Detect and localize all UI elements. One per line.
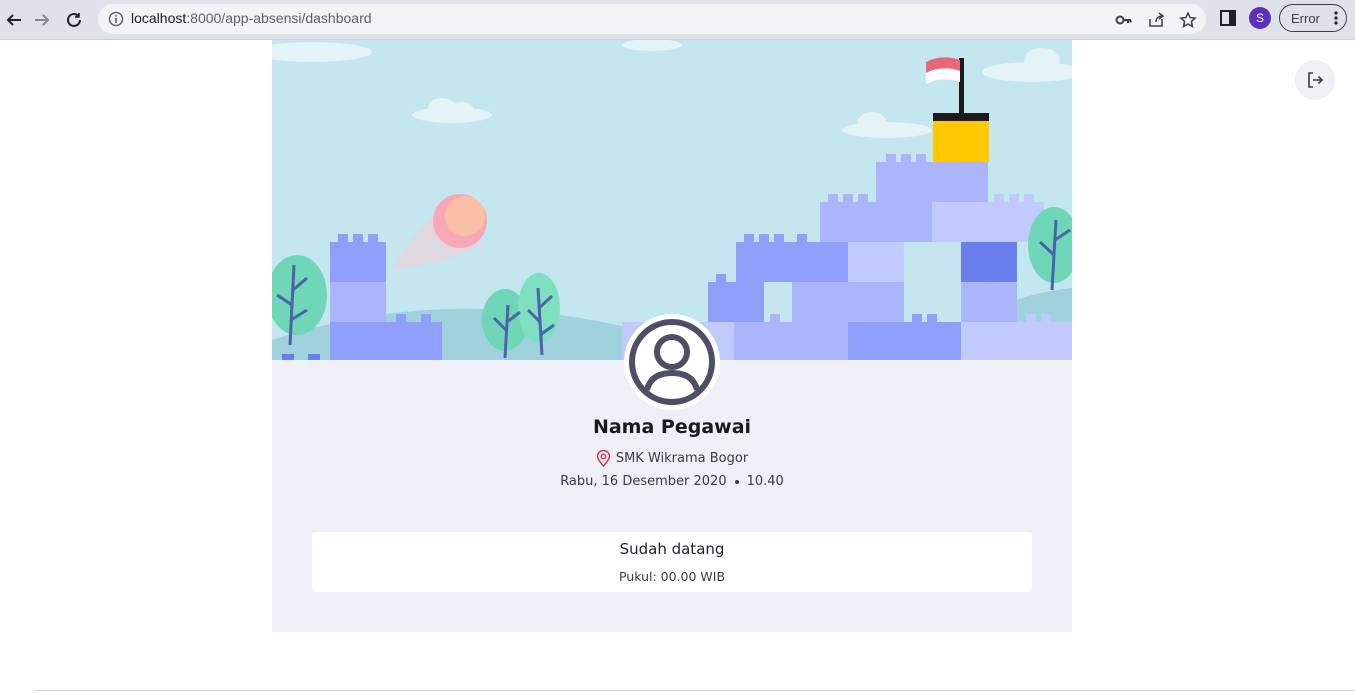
forward-button[interactable] bbox=[28, 6, 56, 34]
error-button[interactable]: Error bbox=[1279, 4, 1347, 32]
url-text[interactable]: localhost:8000/app-absensi/dashboard bbox=[131, 10, 372, 26]
location-pin-icon bbox=[596, 450, 611, 467]
attendance-status: Sudah datang bbox=[619, 540, 725, 558]
date-text: Rabu, 16 Desember 2020 bbox=[560, 474, 727, 489]
employee-name: Nama Pegawai bbox=[592, 416, 752, 438]
url-host: localhost bbox=[131, 10, 187, 26]
separator-dot bbox=[734, 479, 739, 484]
kebab-menu-icon bbox=[1334, 11, 1338, 25]
share-icon[interactable] bbox=[1147, 11, 1165, 29]
reload-icon bbox=[67, 12, 81, 27]
star-icon[interactable] bbox=[1179, 11, 1197, 29]
address-bar[interactable]: localhost:8000/app-absensi/dashboard bbox=[98, 4, 1206, 34]
back-button[interactable] bbox=[0, 6, 28, 34]
profile-avatar[interactable]: S bbox=[1249, 7, 1271, 29]
logout-button[interactable] bbox=[1295, 60, 1335, 100]
key-icon[interactable] bbox=[1115, 11, 1133, 29]
side-panel-icon[interactable] bbox=[1219, 9, 1237, 27]
profile-card: Nama Pegawai SMK Wikrama Bogor Rabu, 16 … bbox=[272, 40, 1072, 632]
divider bbox=[36, 690, 1355, 691]
time-text: 10.40 bbox=[746, 474, 784, 489]
avatar[interactable] bbox=[624, 314, 720, 410]
reload-button[interactable] bbox=[60, 6, 88, 34]
logout-icon bbox=[1308, 72, 1324, 88]
location-text: SMK Wikrama Bogor bbox=[615, 451, 749, 466]
castle-banner-illustration bbox=[272, 40, 1072, 360]
location-row: SMK Wikrama Bogor bbox=[272, 450, 1072, 467]
back-arrow-icon bbox=[6, 14, 21, 26]
attendance-time: Pukul: 00.00 WIB bbox=[618, 569, 726, 584]
browser-toolbar: localhost:8000/app-absensi/dashboard S E… bbox=[0, 0, 1355, 40]
info-icon[interactable] bbox=[108, 11, 124, 27]
forward-arrow-icon bbox=[35, 14, 50, 26]
attendance-status-card: Sudah datang Pukul: 00.00 WIB bbox=[312, 532, 1032, 592]
error-label: Error bbox=[1291, 11, 1320, 26]
user-circle-icon bbox=[629, 319, 715, 405]
url-path: :8000/app-absensi/dashboard bbox=[186, 10, 372, 26]
date-time: Rabu, 16 Desember 2020 10.40 bbox=[272, 474, 1072, 489]
